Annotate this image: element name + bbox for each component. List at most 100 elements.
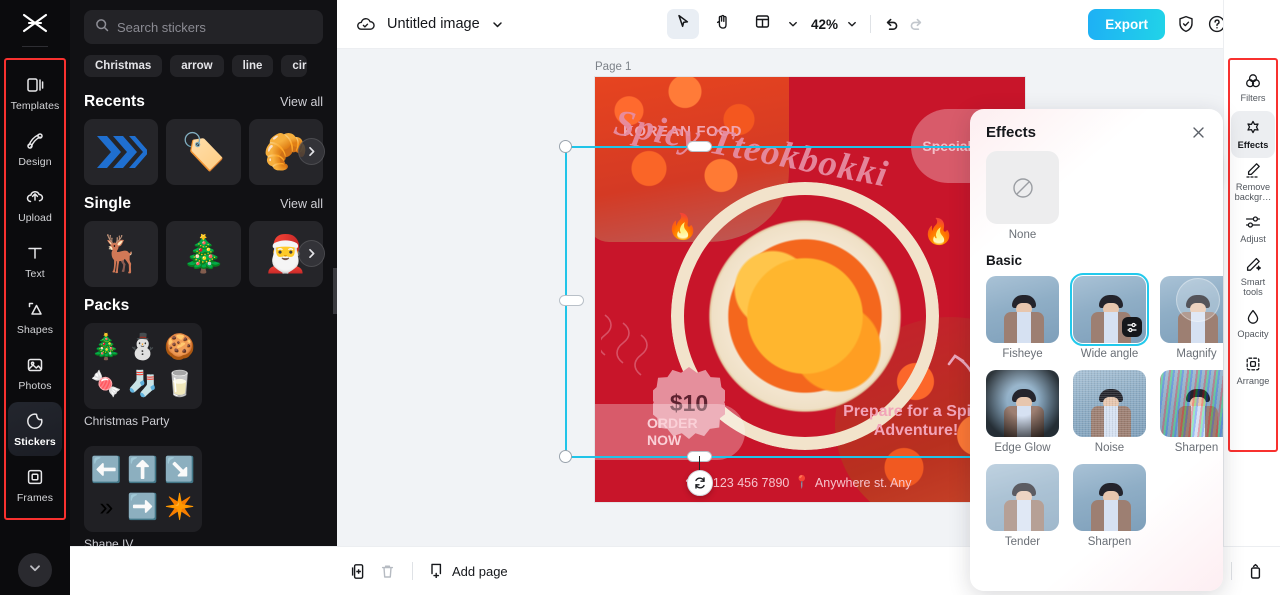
filters-icon <box>1244 72 1262 90</box>
location-pin-icon: 📍 <box>794 475 810 489</box>
sidebar-item-design[interactable]: Design <box>8 122 62 176</box>
effect-item-fisheye[interactable]: Fisheye <box>986 276 1059 360</box>
sticker-tile[interactable]: 🦌 <box>84 221 159 287</box>
sidebar-label: Text <box>25 267 45 280</box>
sidebar-item-upload[interactable]: Upload <box>8 178 62 232</box>
panel-collapse-handle[interactable] <box>333 268 337 314</box>
sidebar-label: Frames <box>16 491 54 504</box>
close-icon[interactable] <box>1190 124 1207 141</box>
add-page-label: Add page <box>452 563 508 579</box>
zoom-level[interactable]: 42% <box>811 17 838 32</box>
christmas-tree-sticker: 🎄 <box>181 233 226 274</box>
right-item-effects[interactable]: Effects <box>1231 111 1275 158</box>
add-page-button[interactable]: Add page <box>429 562 508 581</box>
chevron-down-icon[interactable] <box>491 18 504 31</box>
right-item-opacity[interactable]: Opacity <box>1231 300 1275 347</box>
effect-thumbnail <box>1073 464 1146 531</box>
rotate-handle[interactable] <box>687 470 713 496</box>
sticker-tile[interactable]: 🎄 <box>166 221 241 287</box>
trash-icon[interactable] <box>379 563 396 580</box>
effect-none-item[interactable]: None <box>986 151 1059 241</box>
select-tool-button[interactable] <box>666 9 699 39</box>
single-next-button[interactable] <box>298 240 325 267</box>
undo-button[interactable] <box>883 16 900 33</box>
capcut-logo[interactable] <box>0 0 70 46</box>
redo-button[interactable] <box>908 16 925 33</box>
sticker-tile[interactable] <box>84 119 159 185</box>
recents-next-button[interactable] <box>298 138 325 165</box>
effect-item-edge-glow[interactable]: Edge Glow <box>986 370 1059 454</box>
search-input[interactable] <box>117 19 312 35</box>
selection-handle-left-middle[interactable] <box>559 295 584 306</box>
effect-item-tender[interactable]: Tender <box>986 464 1059 548</box>
selection-handle-bottom-left[interactable] <box>559 450 572 463</box>
sidebar-item-text[interactable]: Text <box>8 234 62 288</box>
single-view-all[interactable]: View all <box>280 197 323 211</box>
effect-item-magnify[interactable]: Magnify <box>1160 276 1223 360</box>
selection-handle-top-left[interactable] <box>559 140 572 153</box>
layout-caret-icon[interactable] <box>787 18 799 30</box>
pack-item[interactable]: ⬅️ ⬆️ ↘️ » ➡️ ✴️ Shape IV <box>84 446 202 561</box>
section-title: Single <box>84 195 132 212</box>
sidebar-label: Upload <box>18 211 52 224</box>
topbar-left: Untitled image <box>355 14 504 35</box>
cloud-saved-icon[interactable] <box>355 14 376 35</box>
chip-arrow[interactable]: arrow <box>170 55 224 77</box>
sidebar-item-photos[interactable]: Photos <box>8 346 62 400</box>
main-area: Untitled image 42% Export Page 1 KOREAN … <box>337 0 1280 595</box>
selection-handle-top-middle[interactable] <box>687 141 712 152</box>
rail-collapse-button[interactable] <box>18 553 52 587</box>
order-line-2: NOW <box>647 432 682 448</box>
topbar-tools: 42% <box>666 9 925 39</box>
pack-name: Christmas Party <box>84 414 170 428</box>
effect-item-wide-angle[interactable]: Wide angle <box>1070 273 1149 360</box>
right-item-smart-tools[interactable]: Smart tools <box>1231 253 1275 301</box>
effect-item-sharpen[interactable]: Sharpen <box>1160 370 1223 454</box>
zoom-caret-icon[interactable] <box>846 18 858 30</box>
upload-icon <box>25 187 45 207</box>
chevron-left-icon <box>336 282 338 300</box>
recents-tiles: 🏷️ 🥐 <box>84 119 325 185</box>
pages-panel-icon[interactable] <box>1247 563 1264 580</box>
toolbar-divider <box>869 15 871 33</box>
right-item-remove-background[interactable]: Remove backgr… <box>1231 158 1275 206</box>
sidebar-item-frames[interactable]: Frames <box>8 458 62 512</box>
recents-view-all[interactable]: View all <box>280 95 323 109</box>
chip-circle[interactable]: circle <box>281 55 308 77</box>
right-item-arrange[interactable]: Arrange <box>1231 347 1275 394</box>
no-effect-icon <box>986 151 1059 224</box>
export-button[interactable]: Export <box>1088 8 1165 40</box>
hand-icon <box>714 13 731 35</box>
pack-item[interactable]: 🎄 ⛄ 🍪 🍬 🧦 🥛 Christmas Party <box>84 323 202 438</box>
remove-background-icon <box>1244 161 1262 179</box>
duplicate-page-icon[interactable] <box>350 563 367 580</box>
chip-christmas[interactable]: Christmas <box>84 55 163 77</box>
design-icon <box>25 131 45 151</box>
sidebar-item-stickers[interactable]: Stickers <box>8 402 62 456</box>
sticker-tile[interactable]: 🏷️ <box>166 119 241 185</box>
hand-tool-button[interactable] <box>707 9 739 39</box>
effect-item-noise[interactable]: Noise <box>1073 370 1146 454</box>
sidebar-item-shapes[interactable]: Shapes <box>8 290 62 344</box>
adjust-sliders-icon[interactable] <box>1122 317 1142 337</box>
layout-tool-button[interactable] <box>747 9 779 39</box>
adjust-icon <box>1244 213 1262 231</box>
left-rail: Templates Design Upload Text Shapes Phot… <box>0 0 70 595</box>
frames-icon <box>25 467 45 487</box>
chip-line[interactable]: line <box>231 55 274 77</box>
single-section-header: Single View all <box>84 195 323 213</box>
right-item-label: Opacity <box>1237 329 1269 340</box>
right-item-filters[interactable]: Filters <box>1231 64 1275 111</box>
canvas-area[interactable]: Page 1 KOREAN FOOD Spicy Tteokbokki 🔥 🔥 … <box>337 49 1280 595</box>
shapes-icon <box>25 299 45 319</box>
document-title[interactable]: Untitled image <box>387 16 480 32</box>
artboard-phone: +123 456 7890 <box>705 475 790 490</box>
right-item-adjust[interactable]: Adjust <box>1231 206 1275 253</box>
artboard[interactable]: KOREAN FOOD Spicy Tteokbokki 🔥 🔥 Special… <box>595 77 1025 502</box>
effect-item-sharpen-2[interactable]: Sharpen <box>1073 464 1146 548</box>
sticker-search-box[interactable] <box>84 10 323 44</box>
photos-icon <box>25 355 45 375</box>
shield-check-icon[interactable] <box>1176 14 1196 34</box>
effect-thumbnail <box>986 464 1059 531</box>
sidebar-item-templates[interactable]: Templates <box>8 66 62 120</box>
